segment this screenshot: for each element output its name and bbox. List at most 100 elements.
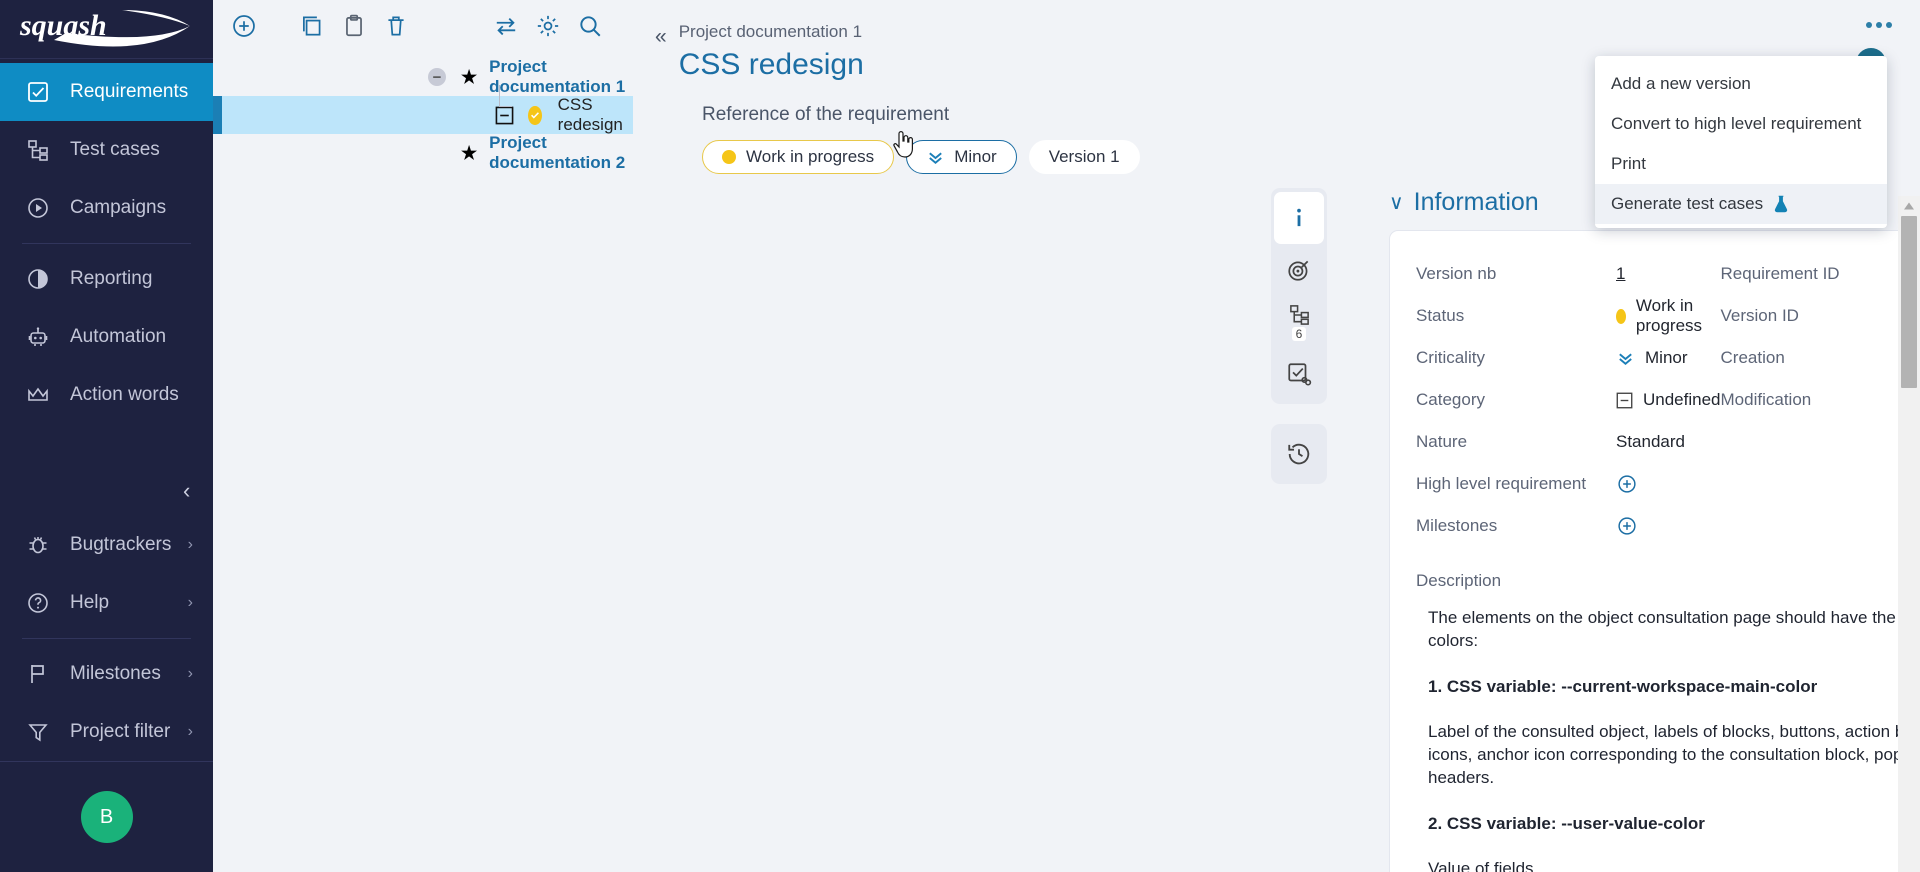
- field-value: Standard: [1616, 432, 1685, 452]
- tree-node-project-1[interactable]: − ★ Project documentation 1: [213, 58, 633, 96]
- sidebar-item-bugtrackers[interactable]: Bugtrackers ›: [0, 516, 213, 574]
- field-value: Minor: [1645, 348, 1688, 368]
- sidebar-item-milestones[interactable]: Milestones ›: [0, 645, 213, 703]
- app-logo[interactable]: squash: [0, 0, 213, 58]
- paste-icon[interactable]: [333, 5, 375, 47]
- flask-icon: [1771, 194, 1791, 214]
- field-value: Work in progress: [1636, 296, 1721, 336]
- field-value-wrap: Undefined: [1616, 390, 1721, 410]
- svg-text:squash: squash: [19, 9, 107, 42]
- information-card: Version nb 1 Status Work in progress: [1389, 230, 1920, 872]
- sidebar-item-label: Requirements: [70, 81, 188, 103]
- question-circle-icon: [26, 591, 56, 615]
- menu-item-convert-to-high-level-requirement[interactable]: Convert to high level requirement: [1595, 104, 1887, 144]
- sidebar-item-reporting[interactable]: Reporting: [0, 250, 213, 308]
- field-category: Category Undefined: [1416, 379, 1721, 421]
- menu-item-add-new-version[interactable]: Add a new version: [1595, 64, 1887, 104]
- information-tab[interactable]: [1274, 192, 1324, 244]
- history-tab[interactable]: [1274, 428, 1324, 480]
- menu-item-label: Add a new version: [1611, 74, 1751, 94]
- sidebar-item-label: Project filter: [70, 721, 170, 743]
- information-grid: Version nb 1 Status Work in progress: [1416, 253, 1920, 547]
- scrollbar-thumb[interactable]: [1901, 216, 1917, 388]
- menu-item-label: Convert to high level requirement: [1611, 114, 1861, 134]
- sidebar-item-label: Action words: [70, 384, 179, 406]
- bug-icon: [26, 533, 56, 557]
- menu-item-label: Generate test cases: [1611, 194, 1763, 214]
- menu-item-generate-test-cases[interactable]: Generate test cases: [1595, 184, 1887, 224]
- field-label: Category: [1416, 390, 1616, 410]
- field-criticality: Criticality Minor: [1416, 337, 1721, 379]
- more-options-icon[interactable]: [1866, 22, 1892, 28]
- scroll-up-arrow-icon[interactable]: [1898, 196, 1920, 216]
- requirement-square-icon: [495, 106, 514, 125]
- sidebar-item-project-filter[interactable]: Project filter ›: [0, 703, 213, 761]
- sidebar-item-label: Bugtrackers: [70, 534, 171, 556]
- expander-collapse-icon[interactable]: −: [428, 68, 446, 86]
- add-high-level-requirement-icon[interactable]: [1616, 473, 1638, 495]
- field-label: Criticality: [1416, 348, 1616, 368]
- field-value-wrap: Minor: [1616, 348, 1688, 368]
- play-circle-icon: [26, 196, 56, 220]
- description-paragraph: Value of fields.: [1428, 858, 1920, 872]
- field-value-wrap: Work in progress: [1616, 296, 1721, 336]
- sidebar-item-help[interactable]: Help ›: [0, 574, 213, 632]
- tree-toolbar: [213, 0, 633, 52]
- collapse-tree-button[interactable]: «: [655, 26, 667, 47]
- chevron-right-icon: ›: [188, 594, 193, 612]
- sidebar-item-campaigns[interactable]: Campaigns: [0, 179, 213, 237]
- sidebar-item-automation[interactable]: Automation: [0, 308, 213, 366]
- version-chip[interactable]: Version 1: [1029, 140, 1140, 174]
- description-paragraph: Label of the consulted object, labels of…: [1428, 721, 1920, 790]
- description-heading: 2. CSS variable: --user-value-color: [1428, 814, 1920, 834]
- chevron-right-icon: ›: [188, 723, 193, 741]
- nav-divider: [22, 638, 191, 639]
- tree-node-label: Project documentation 2: [489, 133, 633, 173]
- sidebar-item-label: Milestones: [70, 663, 161, 685]
- settings-icon[interactable]: [527, 5, 569, 47]
- double-chevron-down-icon: [926, 148, 945, 167]
- field-requirement-id: Requirement ID 15: [1721, 253, 1920, 295]
- delete-icon[interactable]: [375, 5, 417, 47]
- information-right-column: Requirement ID 15 Version ID 19 Creation…: [1721, 253, 1920, 547]
- chevron-right-icon: ›: [188, 665, 193, 683]
- header-texts: Project documentation 1 CSS redesign: [679, 12, 864, 82]
- sidebar-item-requirements[interactable]: Requirements: [0, 63, 213, 121]
- tree-node-css-redesign[interactable]: CSS redesign: [213, 96, 633, 134]
- information-left-column: Version nb 1 Status Work in progress: [1416, 253, 1721, 547]
- transfer-icon[interactable]: [485, 5, 527, 47]
- main-content: « Project documentation 1 CSS redesign R…: [633, 0, 1920, 872]
- coverage-tab[interactable]: [1274, 244, 1324, 296]
- sidebar-item-label: Automation: [70, 326, 166, 348]
- field-creation: Creation 4/16/24, 11:57 AM (brm): [1721, 337, 1920, 379]
- linked-requirements-tab[interactable]: 6: [1274, 296, 1324, 348]
- avatar-row: B: [0, 762, 213, 872]
- field-status: Status Work in progress: [1416, 295, 1721, 337]
- linked-test-cases-tab[interactable]: [1274, 348, 1324, 400]
- avatar[interactable]: B: [81, 791, 133, 843]
- field-value[interactable]: 1: [1616, 264, 1625, 284]
- chevron-down-icon: ∨: [1389, 190, 1404, 215]
- field-milestones: Milestones: [1416, 505, 1721, 547]
- status-chip[interactable]: Work in progress: [702, 140, 894, 174]
- criticality-chip[interactable]: Minor: [906, 140, 1017, 174]
- add-milestone-icon[interactable]: [1616, 515, 1638, 537]
- sidebar-item-label: Test cases: [70, 139, 160, 161]
- field-modification: Modification 4/23/24, 12:34 PM (admin): [1721, 379, 1920, 421]
- status-dot-icon: [722, 150, 736, 164]
- tree-node-project-2[interactable]: ★ Project documentation 2: [213, 134, 633, 172]
- description-heading: 1. CSS variable: --current-workspace-mai…: [1428, 677, 1920, 697]
- tree-nodes-icon: [26, 138, 56, 162]
- add-icon[interactable]: [223, 5, 265, 47]
- description-body: The elements on the object consultation …: [1416, 607, 1920, 872]
- copy-icon[interactable]: [291, 5, 333, 47]
- chevron-right-icon: ›: [188, 536, 193, 554]
- search-icon[interactable]: [569, 5, 611, 47]
- collapse-sidebar-button[interactable]: ‹: [183, 480, 190, 502]
- field-version-nb: Version nb 1: [1416, 253, 1721, 295]
- sidebar-item-action-words[interactable]: Action words: [0, 366, 213, 424]
- sidebar-item-test-cases[interactable]: Test cases: [0, 121, 213, 179]
- field-label: High level requirement: [1416, 474, 1616, 494]
- vertical-scrollbar[interactable]: [1898, 196, 1920, 872]
- menu-item-print[interactable]: Print: [1595, 144, 1887, 184]
